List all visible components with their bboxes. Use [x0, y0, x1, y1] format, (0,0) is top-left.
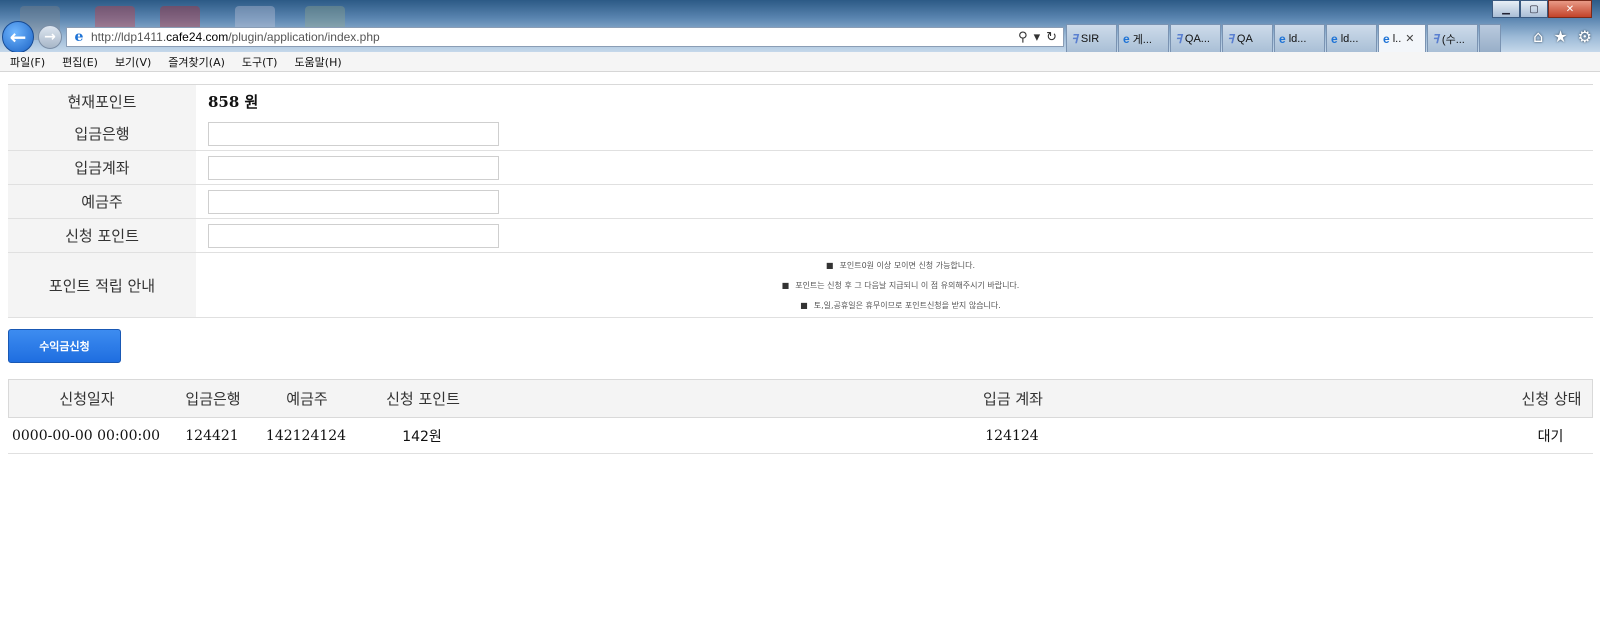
submit-income-button[interactable]: 수익금신청 [8, 329, 121, 363]
form-row-bank: 입금은행 [8, 117, 1593, 151]
header-status: 신청 상태 [1521, 390, 1582, 408]
guide-note: ■ 토,일,공휴일은 휴무이므로 포인트신청을 받지 않습니다. [800, 300, 1001, 310]
bullet-icon: ■ [781, 280, 790, 290]
header-points: 신청 포인트 [386, 390, 460, 408]
tab-income[interactable]: ꟻ (수... [1427, 24, 1478, 52]
account-label: 입금계좌 [8, 151, 196, 184]
list-header: 신청일자 입금은행 예금주 신청 포인트 입금 계좌 신청 상태 [8, 379, 1593, 418]
menu-bar: 파일(F) 편집(E) 보기(V) 즐겨찾기(A) 도구(T) 도움말(H) [0, 52, 1600, 72]
back-button[interactable]: ← [2, 21, 34, 53]
tab-qa-1[interactable]: ꟻ QA... [1170, 24, 1221, 52]
sir-icon: ꟻ [1227, 31, 1234, 46]
guide-note: ■ 포인트는 신청 후 그 다음날 지급되니 이 점 유의해주시기 바랍니다. [781, 280, 1020, 290]
bank-label: 입금은행 [8, 117, 196, 150]
forward-arrow-icon: → [44, 29, 56, 45]
request-points-input[interactable] [208, 223, 499, 248]
holder-input[interactable] [208, 189, 499, 214]
back-arrow-icon: ← [9, 25, 27, 49]
row-holder: 142124124 [265, 427, 347, 444]
favorites-star-icon[interactable]: ★ [1553, 27, 1567, 46]
bullet-icon: ■ [800, 300, 808, 310]
form-row-request-points: 신청 포인트 [8, 219, 1593, 253]
account-input[interactable] [208, 155, 499, 180]
header-bank: 입금은행 [185, 390, 241, 408]
bullet-icon: ■ [825, 260, 834, 270]
ie-icon: e [1383, 31, 1390, 46]
request-points-label: 신청 포인트 [8, 219, 196, 252]
withdrawal-form: 현재포인트 858 원 입금은행 입금계좌 예금주 신청 포인트 포인트 적립 … [8, 84, 1593, 318]
refresh-icon[interactable]: ↻ [1046, 30, 1057, 45]
ie-page-icon: e [74, 29, 84, 45]
sir-icon: ꟻ [1071, 31, 1078, 46]
tab-ld-1[interactable]: e ld... [1274, 24, 1325, 52]
ie-icon: e [1279, 31, 1286, 46]
gear-icon[interactable]: ⚙ [1578, 27, 1592, 46]
dropdown-arrow-icon[interactable]: ▾ [1034, 30, 1041, 45]
sir-icon: ꟻ [1175, 31, 1182, 46]
address-url[interactable]: http://ldp1411.cafe24.com/plugin/applica… [91, 30, 380, 44]
maximize-button[interactable]: ▢ [1520, 0, 1548, 18]
current-points-value: 858 원 [208, 92, 259, 111]
close-tab-icon[interactable]: ✕ [1405, 32, 1414, 45]
application-list: 신청일자 입금은행 예금주 신청 포인트 입금 계좌 신청 상태 0000-00… [8, 379, 1593, 454]
table-row: 0000-00-00 00:00:00 124421 142124124 142… [8, 418, 1593, 454]
menu-help[interactable]: 도움말(H) [294, 54, 341, 70]
header-account: 입금 계좌 [983, 390, 1043, 408]
menu-view[interactable]: 보기(V) [115, 54, 151, 70]
guide-note: ■ 포인트0원 이상 모이면 신청 가능합니다. [825, 260, 976, 270]
search-icon[interactable]: ⚲ [1018, 30, 1028, 45]
browser-toolbar-icons: ⌂ ★ ⚙ [1533, 27, 1592, 46]
holder-label: 예금주 [8, 185, 196, 218]
row-bank: 124421 [185, 427, 239, 444]
form-row-guide: 포인트 적립 안내 ■ 포인트0원 이상 모이면 신청 가능합니다. ■ 포인트는 … [8, 253, 1593, 318]
tab-sir[interactable]: ꟻ SIR [1066, 24, 1117, 52]
close-window-button[interactable]: ✕ [1548, 0, 1592, 18]
row-status: 대기 [1537, 428, 1564, 445]
menu-tools[interactable]: 도구(T) [242, 54, 278, 70]
browser-tabs: ꟻ SIR e 게... ꟻ QA... ꟻ QA e ld... e ld... e l..… [1066, 24, 1502, 52]
menu-edit[interactable]: 편집(E) [62, 54, 98, 70]
ie-icon: e [1123, 31, 1130, 46]
header-holder: 예금주 [286, 390, 328, 408]
minimize-button[interactable]: ▁ [1492, 0, 1520, 18]
bank-input[interactable] [208, 121, 499, 146]
new-tab-button[interactable] [1479, 24, 1501, 52]
form-row-current-points: 현재포인트 858 원 [8, 85, 1593, 117]
menu-favorites[interactable]: 즐겨찾기(A) [168, 54, 225, 70]
home-icon[interactable]: ⌂ [1533, 27, 1543, 46]
row-account: 124124 [985, 427, 1039, 444]
window-controls: ▁ ▢ ✕ [1492, 0, 1592, 18]
row-date: 0000-00-00 00:00:00 [11, 427, 161, 444]
ie-icon: e [1331, 31, 1338, 46]
header-date: 신청일자 [59, 390, 115, 408]
sir-icon: ꟻ [1432, 31, 1439, 46]
tab-ld-2[interactable]: e ld... [1326, 24, 1377, 52]
tab-board[interactable]: e 게... [1118, 24, 1169, 52]
form-row-holder: 예금주 [8, 185, 1593, 219]
row-points: 142원 [402, 428, 442, 445]
tab-qa-2[interactable]: ꟻ QA [1222, 24, 1273, 52]
forward-button[interactable]: → [38, 25, 62, 49]
guide-notes: ■ 포인트0원 이상 모이면 신청 가능합니다. ■ 포인트는 신청 후 그 다음날… [196, 253, 1593, 317]
tab-active[interactable]: e l.. ✕ [1378, 24, 1426, 52]
guide-label: 포인트 적립 안내 [8, 253, 196, 317]
form-row-account: 입금계좌 [8, 151, 1593, 185]
current-points-label: 현재포인트 [8, 85, 196, 117]
address-bar[interactable]: e http://ldp1411.cafe24.com/plugin/appli… [66, 27, 1064, 47]
menu-file[interactable]: 파일(F) [10, 54, 45, 70]
